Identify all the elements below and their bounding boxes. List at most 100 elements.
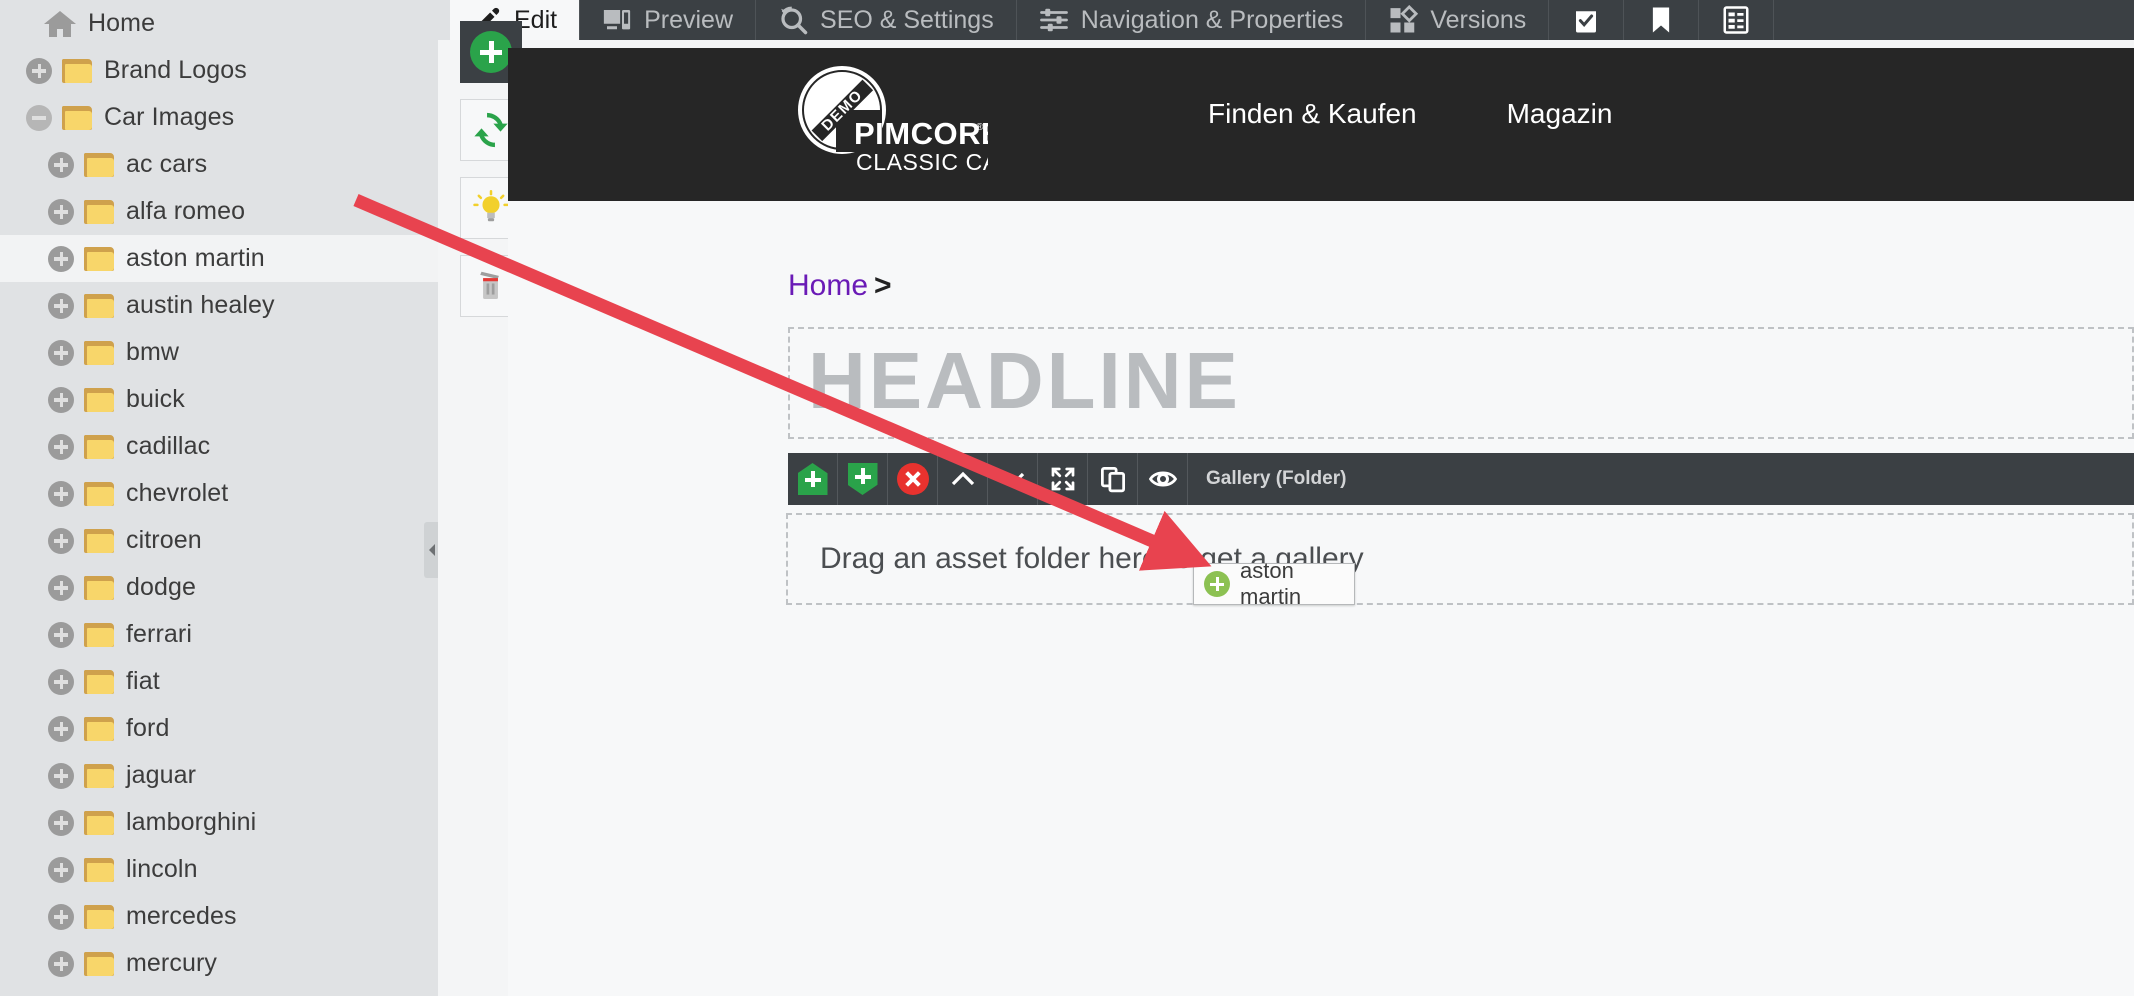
asset-tree-panel[interactable]: Home Brand Logos Car Images ac cars alfa ro… <box>0 0 438 996</box>
folder-icon <box>84 340 114 365</box>
tree-item-austin-healey[interactable]: austin healey <box>0 282 438 329</box>
tab-list-detail[interactable] <box>1699 0 1775 40</box>
tree-item-fiat[interactable]: fiat <box>0 658 438 705</box>
tab-bookmark[interactable] <box>1624 0 1700 40</box>
gallery-dropzone[interactable]: Drag an asset folder here to get a galle… <box>786 513 2134 605</box>
expand-icon[interactable] <box>48 715 74 742</box>
folder-icon <box>84 904 114 929</box>
expand-icon[interactable] <box>48 950 74 977</box>
svg-text:CLASSIC CARS: CLASSIC CARS <box>856 149 988 175</box>
visibility-button[interactable] <box>1138 453 1188 505</box>
tree-item-label: dodge <box>126 573 197 601</box>
tree-item-alfa-romeo[interactable]: alfa romeo <box>0 188 438 235</box>
expand-icon[interactable] <box>48 574 74 601</box>
add-above-icon-button[interactable] <box>788 453 838 505</box>
tree-item-mercury[interactable]: mercury <box>0 940 438 987</box>
collapse-icon[interactable] <box>26 104 52 131</box>
folder-icon <box>84 951 114 976</box>
expand-icon[interactable] <box>48 433 74 460</box>
tab-preview[interactable]: Preview <box>580 0 757 40</box>
folder-icon <box>84 152 114 177</box>
tree-item-lamborghini[interactable]: lamborghini <box>0 799 438 846</box>
drag-ghost-label: aston martin <box>1240 558 1302 609</box>
expand-icon[interactable] <box>48 668 74 695</box>
tree-item-Brand-Logos[interactable]: Brand Logos <box>0 47 438 94</box>
gallery-toolbar-label: Gallery (Folder) <box>1206 468 1347 489</box>
tree-item-mercedes[interactable]: mercedes <box>0 893 438 940</box>
folder-icon <box>84 387 114 412</box>
tree-item-bmw[interactable]: bmw <box>0 329 438 376</box>
tree-item-ferrari[interactable]: ferrari <box>0 611 438 658</box>
expand-icon[interactable] <box>48 856 74 883</box>
tab-seo-settings[interactable]: SEO & Settings <box>756 0 1017 40</box>
copy-button[interactable] <box>1088 453 1138 505</box>
expand-icon[interactable] <box>48 292 74 319</box>
expand-icon[interactable] <box>26 57 52 84</box>
tab-navigation-properties[interactable]: Navigation & Properties <box>1017 0 1367 40</box>
tabbar-gutter <box>438 0 450 40</box>
folder-icon <box>84 810 114 835</box>
tree-item-label: mercedes <box>126 902 237 930</box>
tree-item-buick[interactable]: buick <box>0 376 438 423</box>
expand-icon[interactable] <box>48 245 74 272</box>
expand-icon[interactable] <box>48 527 74 554</box>
expand-icon[interactable] <box>48 480 74 507</box>
tree-item-label: citroen <box>126 526 202 554</box>
tree-item-jaguar[interactable]: jaguar <box>0 752 438 799</box>
move-up-button[interactable] <box>938 453 988 505</box>
tree-item-label: lincoln <box>126 855 198 883</box>
tree-item-label: buick <box>126 385 185 413</box>
tab-label: Navigation & Properties <box>1080 5 1344 34</box>
tree-root-home[interactable]: Home <box>0 0 438 47</box>
tree-item-label: jaguar <box>126 761 197 789</box>
svg-text:®: ® <box>976 122 984 133</box>
drag-ghost-aston-martin: aston martin <box>1193 558 1355 609</box>
breadcrumb-home-link[interactable]: Home <box>788 269 868 302</box>
expand-icon[interactable] <box>48 762 74 789</box>
tree-item-Car-Images[interactable]: Car Images <box>0 94 438 141</box>
headline-editable[interactable]: HEADLINE <box>788 327 2134 439</box>
tab-tasks-check[interactable] <box>1549 0 1625 40</box>
tree-item-dodge[interactable]: dodge <box>0 564 438 611</box>
folder-icon <box>84 199 114 224</box>
bookmark-icon <box>1646 5 1676 35</box>
expand-icon[interactable] <box>48 903 74 930</box>
tree-item-chevrolet[interactable]: chevrolet <box>0 470 438 517</box>
circle-plus-icon <box>470 31 512 73</box>
expand-icon[interactable] <box>48 151 74 178</box>
add-above-icon <box>797 463 828 495</box>
add-below-icon-button[interactable] <box>838 453 888 505</box>
tree-item-aston-martin[interactable]: aston martin <box>0 235 438 282</box>
remove-button[interactable] <box>888 453 938 505</box>
site-nav-item[interactable]: Magazin <box>1507 98 1613 130</box>
folder-icon <box>84 716 114 741</box>
circle-plus-icon <box>1204 571 1230 597</box>
sliders-icon <box>1039 5 1069 35</box>
expand-icon[interactable] <box>48 339 74 366</box>
refresh-icon <box>474 112 508 148</box>
fullscreen-button[interactable] <box>1038 453 1088 505</box>
expand-icon[interactable] <box>48 621 74 648</box>
breadcrumb: Home > <box>788 269 892 303</box>
move-down-button[interactable] <box>988 453 1038 505</box>
list-detail-icon <box>1721 5 1751 35</box>
expand-icon[interactable] <box>48 809 74 836</box>
tree-item-lincoln[interactable]: lincoln <box>0 846 438 893</box>
headline-placeholder: HEADLINE <box>808 336 1241 425</box>
site-nav-item[interactable]: Finden & Kaufen <box>1208 98 1417 130</box>
tree-item-label: Car Images <box>104 103 235 131</box>
pimcore-document-editor: Home Brand Logos Car Images ac cars alfa ro… <box>0 0 2134 996</box>
tab-versions[interactable]: Versions <box>1366 0 1550 40</box>
tree-item-label: alfa romeo <box>126 197 246 225</box>
tree-collapse-handle[interactable] <box>424 522 438 578</box>
tree-item-label: ac cars <box>126 150 208 178</box>
tree-item-cadillac[interactable]: cadillac <box>0 423 438 470</box>
tree-item-label: ferrari <box>126 620 192 648</box>
editor-tab-bar: Edit Preview SEO & Settings Navigation & Pr… <box>438 0 2134 40</box>
tree-root-label: Home <box>88 9 156 37</box>
tree-item-ford[interactable]: ford <box>0 705 438 752</box>
expand-icon[interactable] <box>48 386 74 413</box>
expand-icon[interactable] <box>48 198 74 225</box>
tree-item-citroen[interactable]: citroen <box>0 517 438 564</box>
tree-item-ac-cars[interactable]: ac cars <box>0 141 438 188</box>
